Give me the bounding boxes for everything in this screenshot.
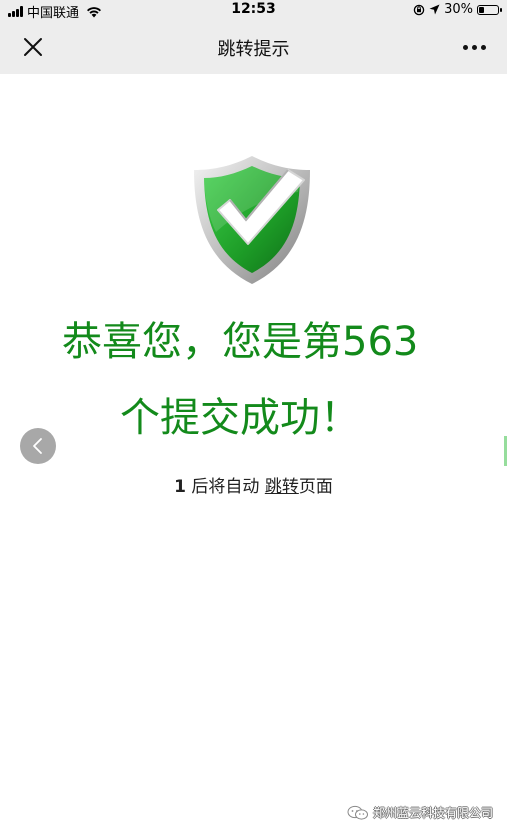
status-bar: 中国联通 12:53 30% [0, 0, 507, 21]
page-title: 跳转提示 [217, 39, 290, 60]
rotation-lock-icon [413, 4, 425, 15]
status-right: 30% [413, 2, 502, 17]
back-button[interactable] [20, 428, 56, 464]
page: 中国联通 12:53 30% 跳转提示 恭喜您，您是第563 个提交成功！ 1 … [0, 0, 507, 836]
watermark-text: 郑州蓝云科技有限公司 [372, 806, 493, 820]
watermark: 郑州蓝云科技有限公司 [347, 804, 493, 821]
redirect-suffix: 页面 [298, 477, 333, 497]
chevron-left-icon [33, 438, 42, 454]
battery-fill [479, 6, 484, 13]
wechat-logo-icon [347, 805, 368, 820]
location-arrow-icon [429, 4, 440, 15]
headline-line-2: 个提交成功！ [120, 395, 360, 441]
jump-link[interactable]: 跳转 [265, 477, 299, 497]
battery-percent: 30% [444, 2, 473, 17]
battery-icon [477, 4, 502, 15]
redirect-notice: 1 后将自动 跳转页面 [0, 472, 507, 497]
shield-check-icon [194, 156, 310, 284]
redirect-prefix: 后将自动 [186, 477, 265, 497]
countdown-number: 1 [174, 477, 187, 497]
headline-line-1: 恭喜您，您是第563 [62, 319, 419, 365]
more-dots-icon [462, 44, 468, 50]
more-button[interactable] [459, 32, 489, 62]
nav-bar: 跳转提示 [0, 20, 507, 74]
